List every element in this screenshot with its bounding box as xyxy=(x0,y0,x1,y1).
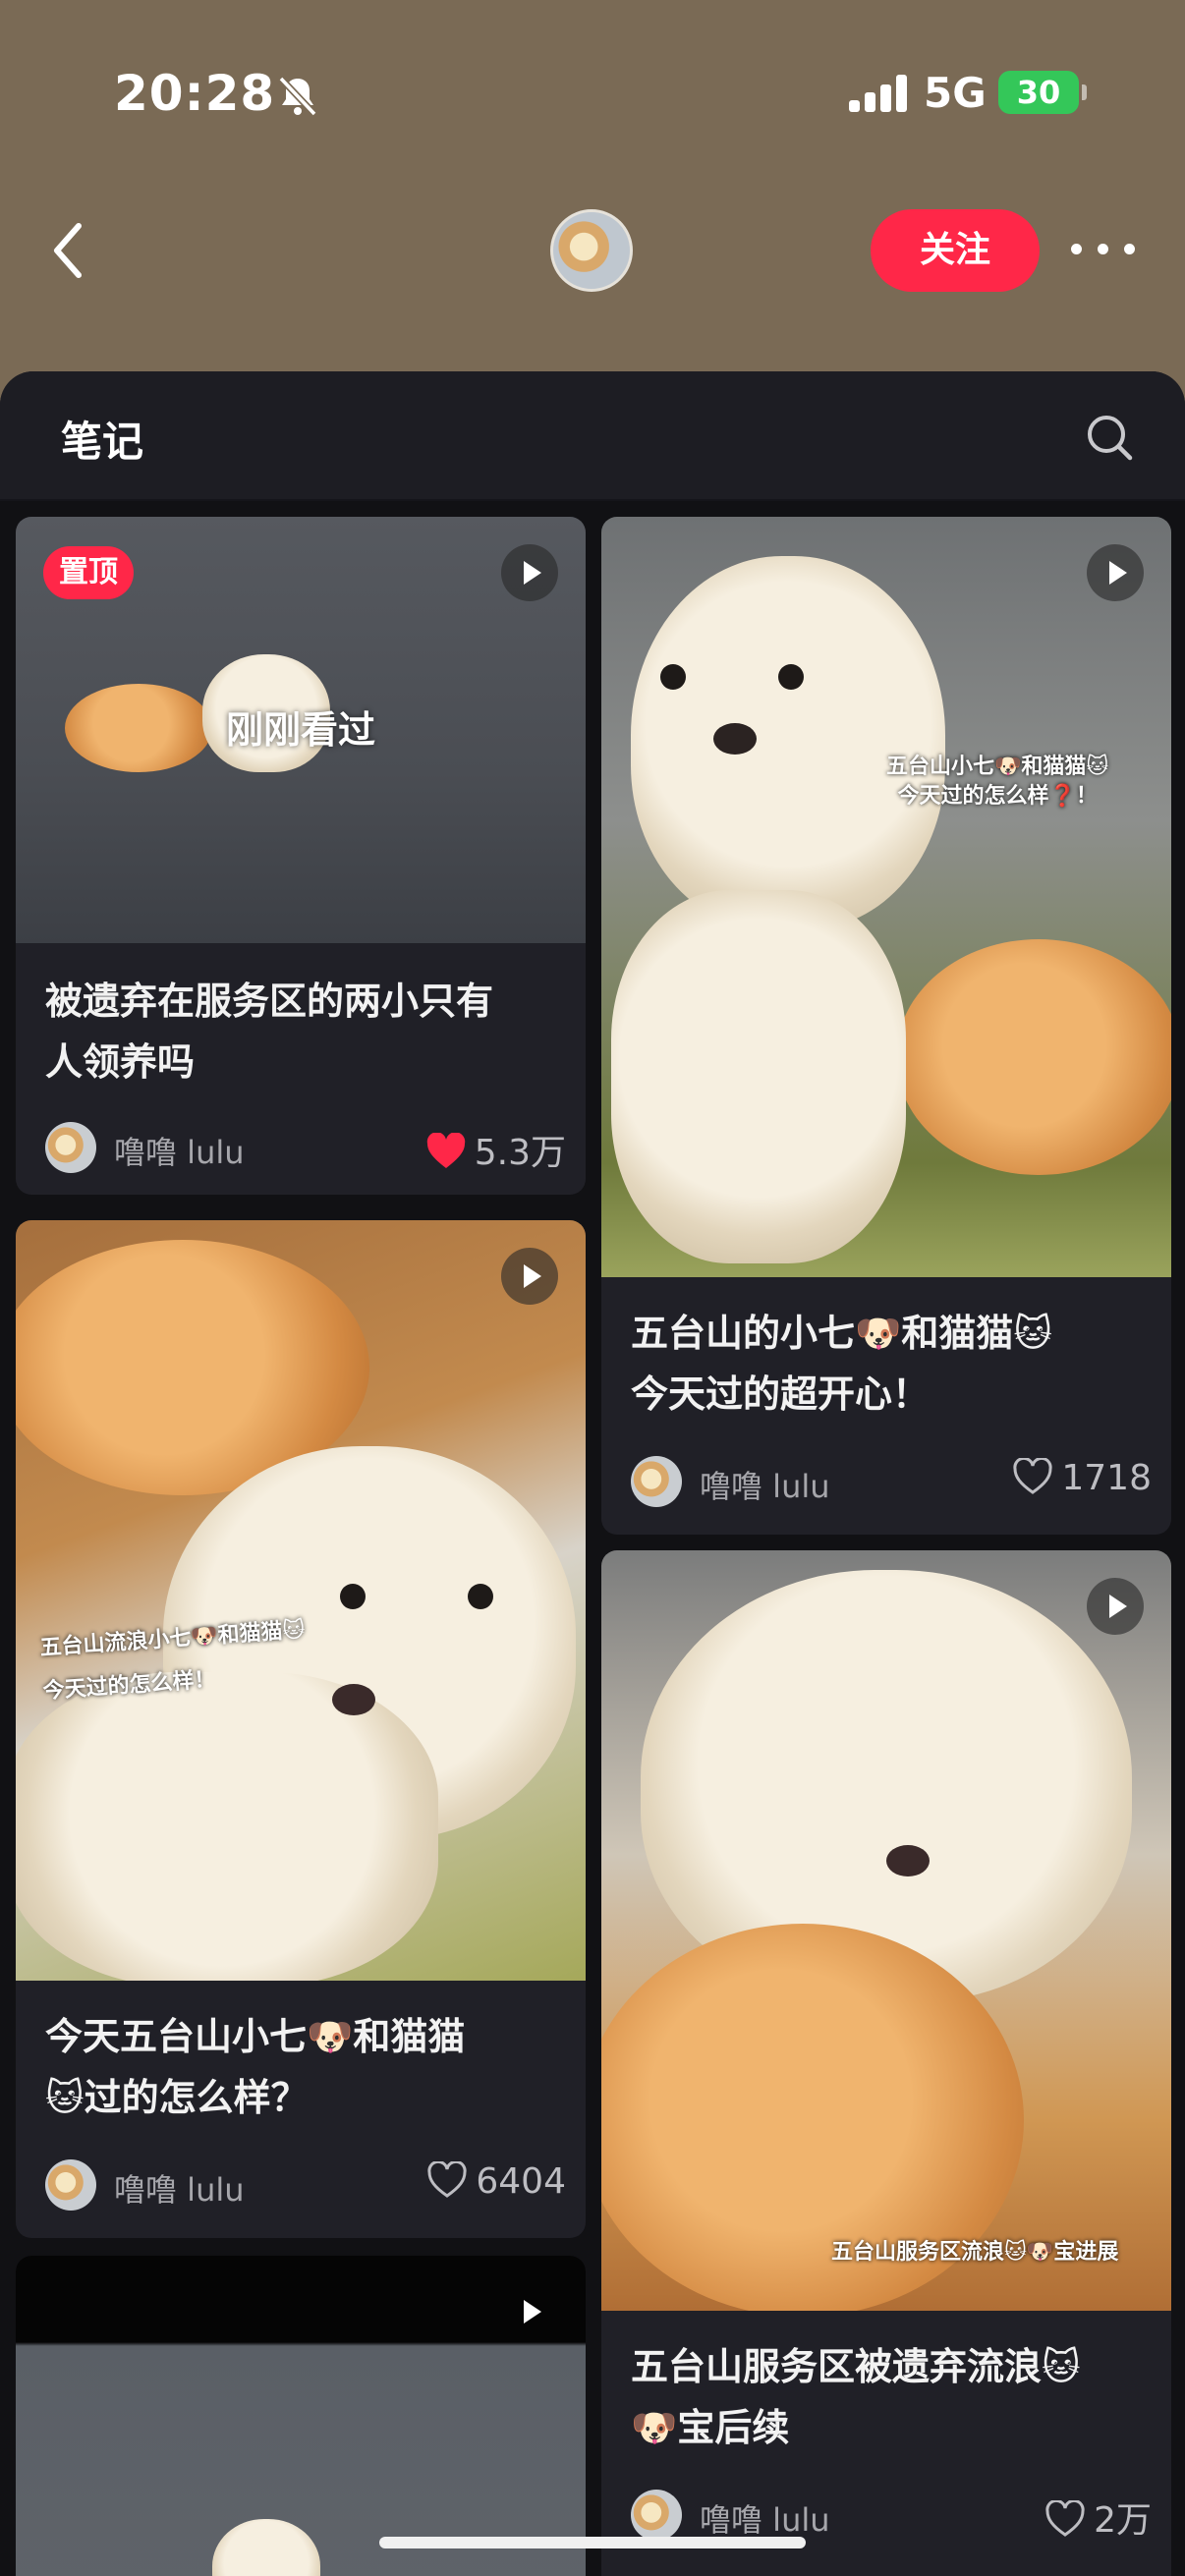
dog-eye xyxy=(778,664,804,690)
note-title-line: 🐱过的怎么样？ xyxy=(45,2076,309,2119)
dog-eye xyxy=(660,664,686,690)
dog-nose xyxy=(713,723,757,755)
author-avatar[interactable] xyxy=(45,1122,96,1173)
like-count: 5.3万 xyxy=(474,1133,566,1173)
play-icon xyxy=(501,544,558,601)
play-icon xyxy=(501,2283,558,2340)
note-title: 今天五台山小七🐶和猫猫 🐱过的怎么样？ xyxy=(45,2006,556,2128)
note-title: 被遗弃在服务区的两小只有 人领养吗 xyxy=(45,971,556,1092)
note-title-line: 五台山服务区被遗弃流浪🐱 xyxy=(631,2345,1081,2388)
heart-icon xyxy=(427,2161,467,2198)
note-card[interactable]: 五台山服务区流浪🐱🐶宝进展 五台山服务区被遗弃流浪🐱 🐶宝后续 噜噜 lulu … xyxy=(601,1550,1171,2576)
search-icon[interactable] xyxy=(1085,413,1134,462)
note-title-line: 人领养吗 xyxy=(45,1040,196,1084)
like-count: 6404 xyxy=(476,2161,566,2202)
like-count: 1718 xyxy=(1061,1458,1152,1498)
play-icon xyxy=(501,1248,558,1305)
author-name[interactable]: 噜噜 lulu xyxy=(114,1128,245,1173)
note-meta: 噜噜 lulu 6404 xyxy=(45,2157,566,2212)
dog-body xyxy=(16,1672,438,1981)
heart-icon xyxy=(1013,1458,1052,1494)
pinned-badge: 置顶 xyxy=(43,546,134,599)
recently-viewed-label: 刚刚看过 xyxy=(225,708,375,752)
video-caption: 五台山服务区流浪🐱🐶宝进展 xyxy=(831,2238,1118,2268)
note-title-line: 五台山的小七🐶和猫猫🐱 xyxy=(631,1312,1052,1355)
network-type: 5G xyxy=(924,69,987,117)
signal-icon xyxy=(849,75,908,112)
note-thumbnail[interactable]: 五台山流浪小七🐶和猫猫🐱 今天过的怎么样！ xyxy=(16,1220,586,1981)
sheet-header: 笔记 xyxy=(0,371,1185,501)
like-button[interactable]: 5.3万 xyxy=(425,1124,566,1175)
note-card[interactable]: 置顶 刚刚看过 被遗弃在服务区的两小只有 人领养吗 噜噜 lulu 5.3万 xyxy=(16,517,586,1195)
like-count: 2万 xyxy=(1094,2500,1152,2541)
video-caption: 五台山小七🐶和猫猫🐱 今天过的怎么样❓！ xyxy=(886,753,1108,812)
heart-icon xyxy=(426,1133,465,1168)
note-thumbnail[interactable]: 置顶 刚刚看过 xyxy=(16,517,586,943)
home-indicator[interactable] xyxy=(379,2537,806,2548)
dog-body xyxy=(611,890,906,1263)
dog-eye xyxy=(468,1584,493,1609)
author-name[interactable]: 噜噜 lulu xyxy=(114,2165,245,2211)
note-card[interactable]: 五台山小七🐶和猫猫🐱 今天过的怎么样❓！ 五台山的小七🐶和猫猫🐱 今天过的超开心… xyxy=(601,517,1171,1535)
note-thumbnail[interactable]: 五台山小七🐶和猫猫🐱 今天过的怎么样❓！ xyxy=(601,517,1171,1277)
more-icon[interactable] xyxy=(1071,244,1136,257)
note-meta: 噜噜 lulu 5.3万 xyxy=(45,1120,566,1175)
section-title: 笔记 xyxy=(61,418,144,466)
note-thumbnail[interactable]: 五台山服务区流浪🐱🐶宝进展 xyxy=(601,1550,1171,2311)
avatar[interactable] xyxy=(550,209,633,292)
author-name[interactable]: 噜噜 lulu xyxy=(700,2495,830,2541)
note-card[interactable] xyxy=(16,2256,586,2576)
note-title-line: 🐶宝后续 xyxy=(631,2406,790,2449)
note-title-line: 今天过的超开心！ xyxy=(631,1372,931,1416)
bell-slash-icon xyxy=(278,76,317,117)
heart-icon xyxy=(1045,2500,1085,2537)
status-bar: 20:28 5G 30 xyxy=(0,0,1185,187)
back-icon[interactable] xyxy=(45,216,94,285)
dog-image xyxy=(212,2519,320,2576)
note-meta: 噜噜 lulu 1718 xyxy=(631,1454,1152,1509)
author-avatar[interactable] xyxy=(631,1456,682,1507)
note-title: 五台山的小七🐶和猫猫🐱 今天过的超开心！ xyxy=(631,1303,1142,1425)
dog-nose xyxy=(886,1845,930,1876)
cat-image xyxy=(896,939,1171,1175)
note-thumbnail[interactable] xyxy=(16,2256,586,2576)
note-title-line: 今天五台山小七🐶和猫猫 xyxy=(45,2015,466,2058)
note-meta: 噜噜 lulu 2万 xyxy=(631,2488,1152,2543)
like-button[interactable]: 2万 xyxy=(1044,2492,1152,2543)
battery-indicator: 30 xyxy=(998,71,1087,114)
play-icon xyxy=(1087,1578,1144,1635)
caption-line: 今天过的怎么样❓！ xyxy=(897,784,1098,809)
notes-sheet: 笔记 置顶 刚刚看过 被遗弃在服务区的两小只有 人领养吗 噜噜 lulu 5.3… xyxy=(0,371,1185,2576)
notes-feed: 置顶 刚刚看过 被遗弃在服务区的两小只有 人领养吗 噜噜 lulu 5.3万 五… xyxy=(0,501,1185,2576)
follow-button[interactable]: 关注 xyxy=(871,209,1040,292)
author-name[interactable]: 噜噜 lulu xyxy=(700,1462,830,1507)
caption-line: 五台山小七🐶和猫猫🐱 xyxy=(886,755,1109,779)
note-title-line: 被遗弃在服务区的两小只有 xyxy=(45,980,494,1023)
author-avatar[interactable] xyxy=(45,2159,96,2211)
caption-line: 五台山服务区流浪🐱🐶宝进展 xyxy=(831,2240,1119,2265)
note-card[interactable]: 五台山流浪小七🐶和猫猫🐱 今天过的怎么样！ 今天五台山小七🐶和猫猫 🐱过的怎么样… xyxy=(16,1220,586,2238)
status-time: 20:28 xyxy=(114,65,276,122)
note-title: 五台山服务区被遗弃流浪🐱 🐶宝后续 xyxy=(631,2336,1142,2458)
like-button[interactable]: 1718 xyxy=(1012,1458,1152,1498)
dog-image xyxy=(631,556,945,929)
author-avatar[interactable] xyxy=(631,2490,682,2541)
dog-nose xyxy=(332,1684,375,1715)
like-button[interactable]: 6404 xyxy=(426,2161,566,2202)
dog-eye xyxy=(340,1584,366,1609)
play-icon xyxy=(1087,544,1144,601)
